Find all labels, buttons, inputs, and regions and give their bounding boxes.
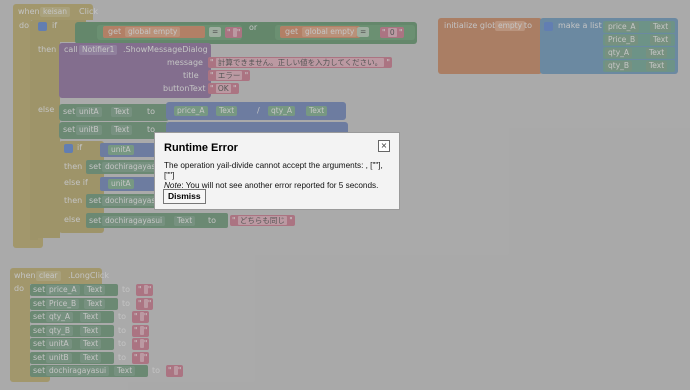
runtime-error-dialog: Runtime Error × The operation yail-divid… — [154, 132, 400, 210]
error-line: The operation yail-divide cannot accept … — [164, 161, 383, 180]
dialog-message: The operation yail-divide cannot accept … — [164, 161, 392, 191]
dismiss-button[interactable]: Dismiss — [163, 189, 206, 204]
close-icon[interactable]: × — [378, 140, 390, 152]
dialog-title: Runtime Error — [164, 142, 238, 154]
note-text: : You will not see another error reporte… — [181, 181, 379, 190]
